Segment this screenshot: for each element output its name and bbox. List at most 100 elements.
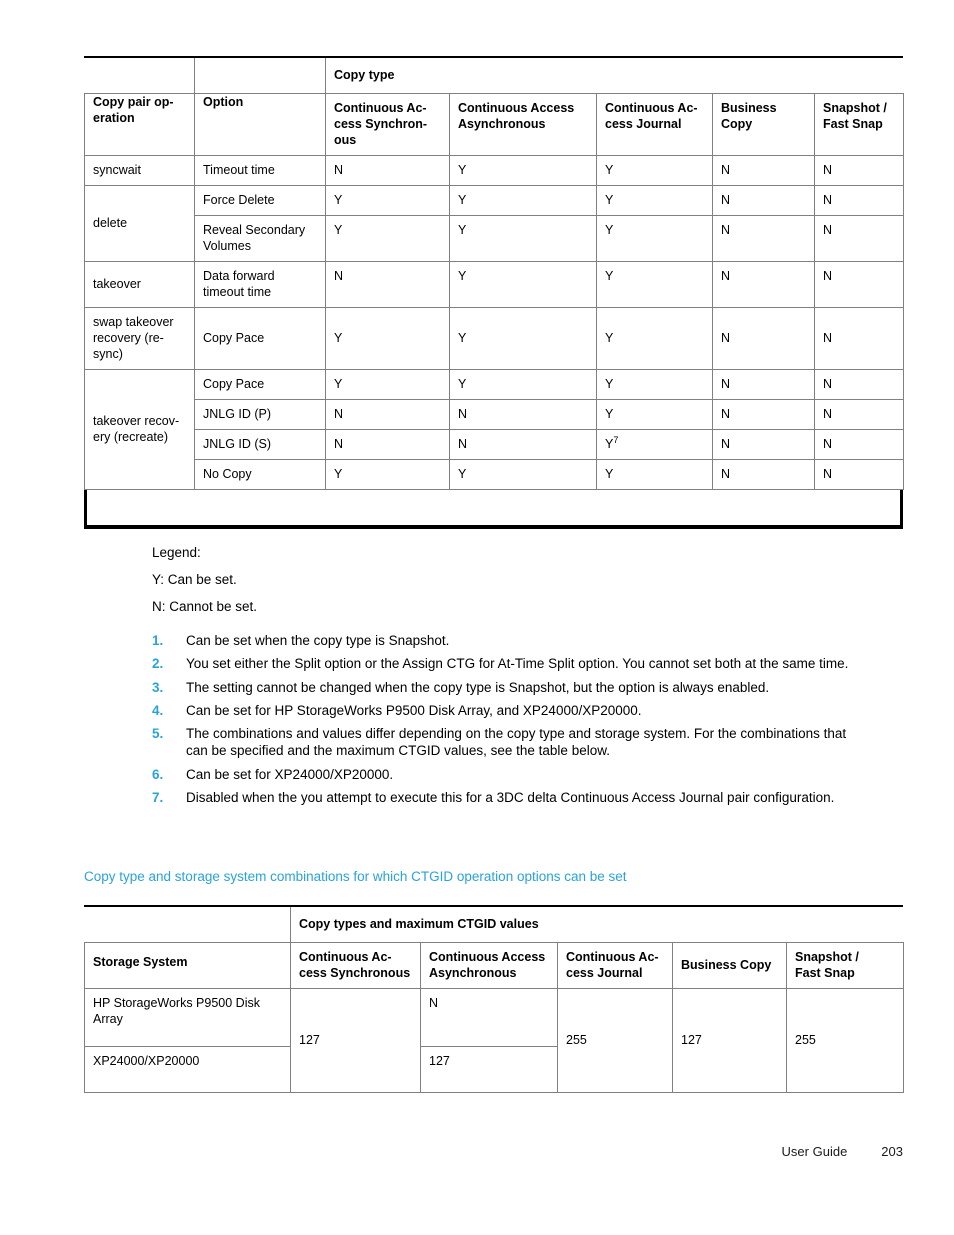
- table1-value-cell: Y: [449, 459, 597, 490]
- page-footer: User Guide 203: [84, 1144, 903, 1159]
- table1-op-delete: delete: [84, 185, 195, 262]
- table1-option-cell: JNLG ID (S): [194, 429, 326, 460]
- copy-pair-operation-options-table: Copy type Copy pair op-eration Option Co…: [84, 58, 905, 490]
- table1-corner-blank-2: [194, 58, 326, 94]
- footnote-number: 2.: [152, 656, 164, 672]
- table1-value-cell: Y: [449, 261, 597, 308]
- table1-value-cell: Y: [596, 399, 713, 430]
- table1-value-cell: Y: [325, 215, 450, 262]
- footnote-number: 7.: [152, 789, 164, 805]
- table1-value-cell: N: [712, 429, 815, 460]
- table-row: No Copy Y Y Y N N: [85, 459, 905, 490]
- ctgid-max-values-table: Copy types and maximum CTGID values Stor…: [84, 907, 905, 1093]
- table1-op-swap-takeover-recovery: swap takeover recovery (re-sync): [84, 307, 195, 370]
- footnote-number: 5.: [152, 726, 164, 742]
- table1-value-cell: N: [813, 429, 905, 460]
- table1-value-cell: Y: [449, 215, 597, 262]
- table1-option-cell: JNLG ID (P): [194, 399, 326, 430]
- table-row: JNLG ID (P) N N Y N N: [85, 399, 905, 430]
- table1-value-cell: N: [325, 429, 450, 460]
- list-item: 4. Can be set for HP StorageWorks P9500 …: [152, 702, 852, 719]
- legend-title: Legend:: [152, 545, 201, 560]
- table1-head: Copy type Copy pair op-eration Option Co…: [84, 58, 905, 156]
- table2-group-header-ctgid-values: Copy types and maximum CTGID values: [289, 907, 904, 943]
- list-item: 7. Disabled when the you attempt to exec…: [152, 789, 852, 806]
- footnote-text: Can be set for XP24000/XP20000.: [186, 766, 394, 782]
- list-item: 5. The combinations and values differ de…: [152, 725, 852, 760]
- table2-column-header-row: Storage System Continuous Ac-cess Synchr…: [84, 942, 905, 989]
- footer-doc-title: User Guide: [781, 1144, 848, 1159]
- table2-header-business-copy: Business Copy: [672, 942, 787, 989]
- table1-option-cell: Timeout time: [194, 155, 326, 186]
- table2-value-cas: 127: [290, 988, 421, 1093]
- table1-value-cell: N: [813, 399, 905, 430]
- table1-value-cell: Y: [325, 307, 450, 370]
- table1-group-header-copy-type: Copy type: [324, 58, 904, 94]
- table2-body: HP StorageWorks P9500 Disk Array 127 N 2…: [84, 988, 905, 1093]
- table1-value-cell: Y: [325, 369, 450, 400]
- table1-option-cell: Force Delete: [194, 185, 326, 216]
- footnote-text: Can be set for HP StorageWorks P9500 Dis…: [186, 702, 642, 718]
- table2-value-ss: 255: [785, 988, 905, 1093]
- table1-value-cell: N: [813, 155, 905, 186]
- table1-header-snapshot-fast-snap: Snapshot / Fast Snap: [813, 93, 905, 156]
- table1-value-cell: N: [712, 215, 815, 262]
- table-row: JNLG ID (S) N N Y7 N N: [85, 429, 905, 460]
- table1-header-option: Option: [194, 93, 326, 156]
- table1-value-cell: N: [712, 399, 815, 430]
- footnote-number: 4.: [152, 702, 164, 718]
- table-row: takeover recov-ery (recreate) Copy Pace …: [84, 369, 905, 490]
- table1-value-cell: N: [449, 399, 597, 430]
- table1-value-cell: N: [449, 429, 597, 460]
- table1-value-cell: N: [813, 185, 905, 216]
- table1-value-cell: N: [712, 155, 815, 186]
- table2-header-continuous-access-synchronous: Continuous Ac-cess Synchronous: [290, 942, 421, 989]
- footnote-text: You set either the Split option or the A…: [186, 656, 849, 672]
- table1-value-cell: Y: [325, 185, 450, 216]
- table1-value-cell: Y: [596, 215, 713, 262]
- table1-value-cell: N: [325, 261, 450, 308]
- legend-block: Legend: Y: Can be set. N: Cannot be set.: [152, 545, 852, 628]
- table2-system-p9500: HP StorageWorks P9500 Disk Array: [84, 988, 291, 1047]
- table2-caption-link[interactable]: Copy type and storage system combination…: [84, 869, 627, 884]
- table-row: Reveal Secondary Volumes Y Y Y N N: [85, 215, 905, 262]
- footnote-text: Disabled when the you attempt to execute…: [186, 789, 835, 805]
- table1-value-cell: Y: [449, 307, 597, 370]
- table2-header-continuous-access-journal: Continuous Ac-cess Journal: [557, 942, 673, 989]
- table1-option-cell: Reveal Secondary Volumes: [194, 215, 326, 262]
- table1-op-takeover: takeover: [84, 261, 195, 308]
- footnote-marker: 7: [613, 434, 619, 445]
- footer-page-number: 203: [881, 1144, 903, 1159]
- table1-value-cell: Y: [449, 155, 597, 186]
- table2-value-bc: 127: [672, 988, 787, 1093]
- table1-op-syncwait: syncwait: [84, 155, 195, 186]
- table-row: swap takeover recovery (re-sync) Copy Pac…: [84, 307, 905, 370]
- table2-value-caj: 255: [557, 988, 673, 1093]
- table1-value-cell: Y: [596, 369, 713, 400]
- legend-entry-y: Y: Can be set.: [152, 572, 237, 588]
- table-row: delete Force Delete Y Y Y N N: [84, 185, 905, 262]
- table2-group-header-row: Copy types and maximum CTGID values: [84, 907, 904, 943]
- table2-corner-blank: [84, 907, 291, 943]
- table2-header-continuous-access-asynchronous: Continuous Access Asynchronous: [420, 942, 558, 989]
- table1-value-cell: N: [813, 369, 905, 400]
- table1-body: syncwait Timeout time N Y Y N N delete F…: [84, 155, 905, 490]
- list-item: 3. The setting cannot be changed when th…: [152, 679, 852, 696]
- footnote-text: The setting cannot be changed when the c…: [186, 679, 770, 695]
- table1-value-cell: Y: [596, 459, 713, 490]
- table1-value-cell: N: [712, 369, 815, 400]
- table1-corner-blank-1: [84, 58, 195, 94]
- footnote-list: 1. Can be set when the copy type is Snap…: [152, 632, 852, 812]
- table1-value-cell: N: [813, 215, 905, 262]
- table1-header-continuous-access-synchronous: Continuous Ac-cess Synchron-ous: [325, 93, 450, 156]
- table1-column-header-row: Copy pair op-eration Option Continuous A…: [84, 93, 905, 156]
- table1-value-cell: N: [712, 307, 815, 370]
- list-item: 2. You set either the Split option or th…: [152, 655, 852, 672]
- table2-head: Copy types and maximum CTGID values Stor…: [84, 907, 905, 989]
- footnote-number: 3.: [152, 679, 164, 695]
- table1-op-takeover-recovery-recreate: takeover recov-ery (recreate): [84, 369, 195, 490]
- table2-value-caa-p9500: N: [420, 988, 558, 1047]
- legend-entry-n: N: Cannot be set.: [152, 599, 258, 615]
- table2-system-xp24000: XP24000/XP20000: [84, 1046, 291, 1093]
- table-row: syncwait Timeout time N Y Y N N: [84, 155, 905, 186]
